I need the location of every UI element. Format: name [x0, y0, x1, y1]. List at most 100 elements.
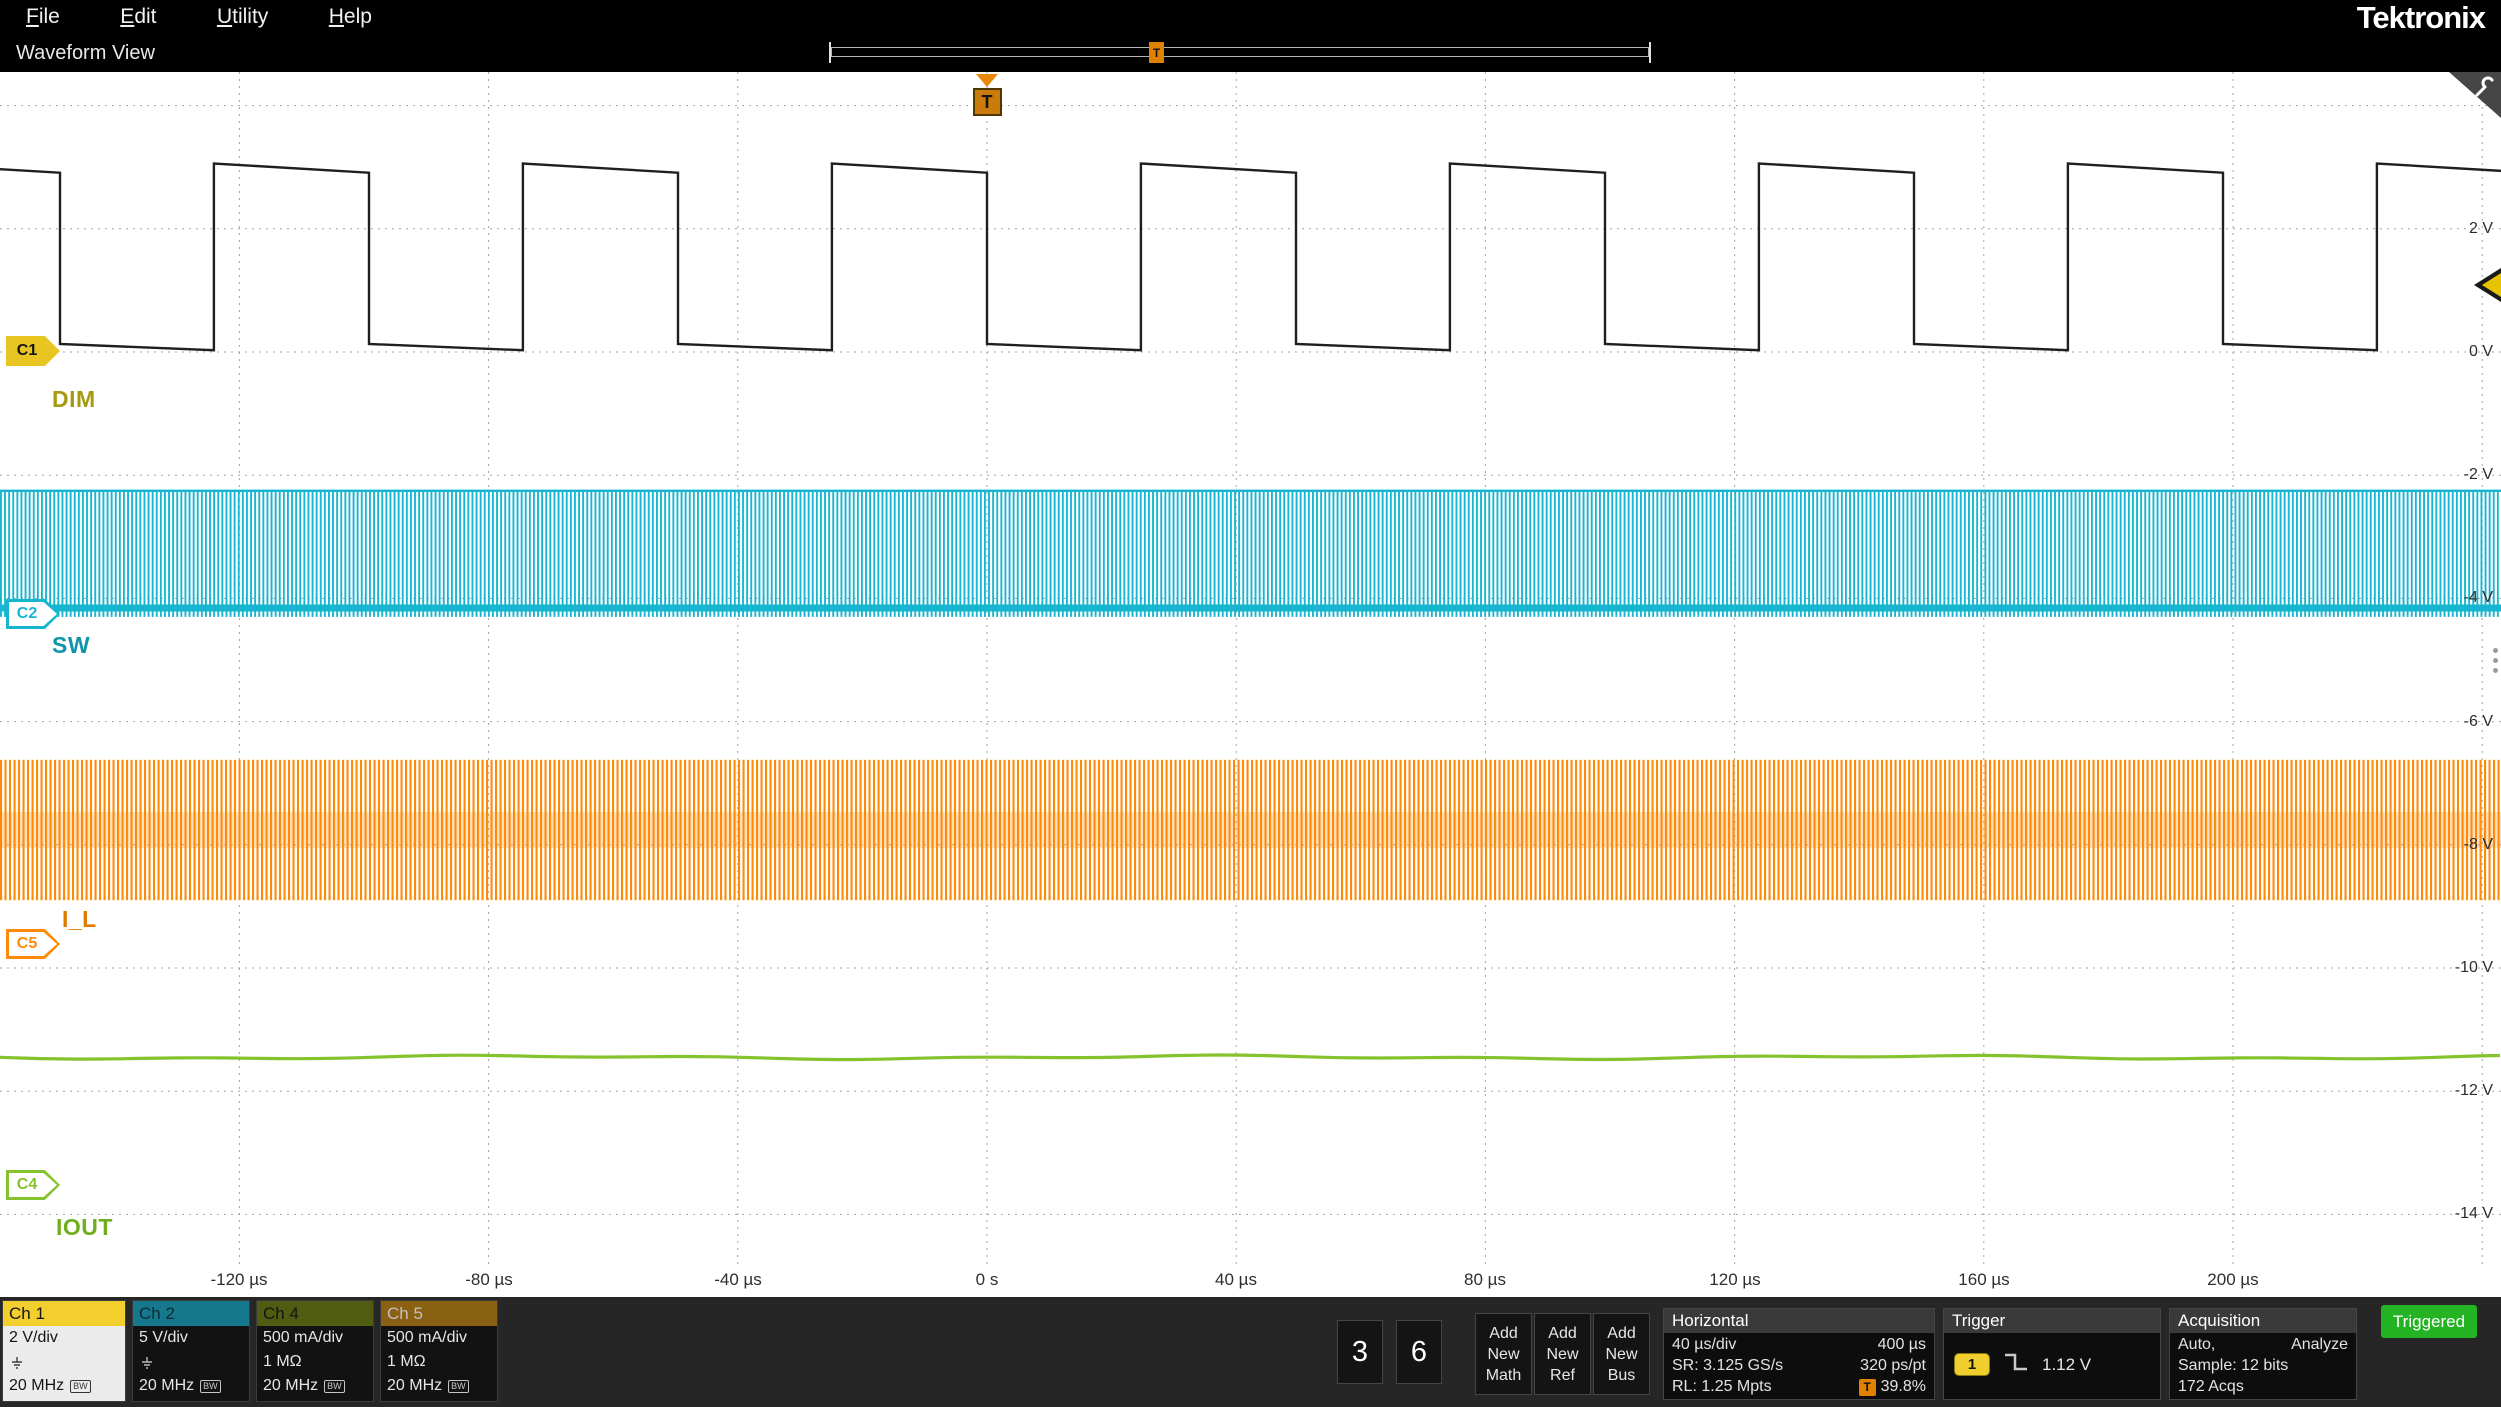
probe-ground-icon: [9, 1356, 25, 1369]
x-axis-label: -80 µs: [419, 1270, 559, 1290]
waveform-canvas: [0, 72, 2501, 1297]
trigger-panel-title: Trigger: [1944, 1309, 2160, 1333]
bandwidth-limit-icon: BW: [324, 1380, 345, 1393]
menu-edit[interactable]: Edit: [120, 5, 156, 29]
y-axis-label: -10 V: [2455, 959, 2493, 977]
channel-ch4-header: Ch 4: [257, 1301, 373, 1326]
channel-ch4-scale: 500 mA/div: [257, 1326, 373, 1350]
trigger-arrow-icon: [976, 74, 998, 87]
badge-button-3[interactable]: 3: [1337, 1320, 1383, 1384]
trigger-level-value: 1.12 V: [2042, 1355, 2091, 1375]
channel-badge-ch5[interactable]: Ch 5 500 mA/div 1 MΩ 20 MHz BW: [380, 1300, 498, 1402]
view-tab-bar: Waveform View T: [0, 34, 2501, 72]
tektronix-logo: Tektronix: [2357, 0, 2485, 36]
horizontal-panel-title: Horizontal: [1664, 1309, 1934, 1333]
bandwidth-value: 20 MHz: [9, 1377, 64, 1395]
tag-text: C5: [6, 929, 48, 959]
channel-ch1-header: Ch 1: [3, 1301, 125, 1326]
waveform-display[interactable]: 2 V 0 V -2 V -4 V -6 V -8 V -10 V -12 V …: [0, 72, 2501, 1297]
x-axis-label: 80 µs: [1415, 1270, 1555, 1290]
add-new-bus-button[interactable]: Add New Bus: [1593, 1313, 1650, 1395]
acquisition-panel-title: Acquisition: [2170, 1309, 2356, 1333]
channel-badge-ch2[interactable]: Ch 2 5 V/div 20 MHz BW: [132, 1300, 250, 1402]
wave-label-dim: DIM: [52, 386, 96, 413]
wrench-icon: [2473, 75, 2497, 99]
channel-ch4-bandwidth: 20 MHz BW: [257, 1374, 373, 1398]
channel-ch4-impedance: 1 MΩ: [257, 1350, 373, 1374]
tag-text: C2: [6, 599, 48, 629]
acquisition-analyze: Analyze: [2291, 1336, 2348, 1354]
horizontal-position-minimap[interactable]: T: [829, 42, 1651, 63]
x-axis-label: 160 µs: [1914, 1270, 2054, 1290]
bandwidth-limit-icon: BW: [448, 1380, 469, 1393]
badge-button-6[interactable]: 6: [1396, 1320, 1442, 1384]
channel-badge-ch1[interactable]: Ch 1 2 V/div 20 MHz BW: [2, 1300, 126, 1402]
falling-edge-icon: [2002, 1351, 2030, 1378]
channel-ch5-bandwidth: 20 MHz BW: [381, 1374, 497, 1398]
acquisition-panel[interactable]: Acquisition Auto, Analyze Sample: 12 bit…: [2169, 1308, 2357, 1400]
channel-ch1-bandwidth: 20 MHz BW: [3, 1374, 125, 1398]
acquisition-count: 172 Acqs: [2178, 1378, 2244, 1396]
bandwidth-limit-icon: BW: [200, 1380, 221, 1393]
channel-ch5-header: Ch 5: [381, 1301, 497, 1326]
bandwidth-limit-icon: BW: [70, 1380, 91, 1393]
add-new-ref-button[interactable]: Add New Ref: [1534, 1313, 1591, 1395]
probe-ground-icon: [139, 1356, 155, 1369]
acquisition-mode: Auto,: [2178, 1336, 2215, 1354]
wave-label-il: I_L: [62, 906, 97, 933]
y-axis-label: -8 V: [2464, 836, 2493, 854]
y-axis-label: -6 V: [2464, 713, 2493, 731]
channel-ch2-header: Ch 2: [133, 1301, 249, 1326]
channel-ch2-bandwidth: 20 MHz BW: [133, 1374, 249, 1398]
y-axis-label: 2 V: [2469, 220, 2493, 238]
menu-help[interactable]: Help: [329, 5, 372, 29]
channel-badge-ch4[interactable]: Ch 4 500 mA/div 1 MΩ 20 MHz BW: [256, 1300, 374, 1402]
tag-text: C4: [6, 1170, 48, 1200]
sample-rate: SR: 3.125 GS/s: [1672, 1357, 1783, 1375]
y-axis-label: -2 V: [2464, 466, 2493, 484]
channel-tag-c1[interactable]: C1: [6, 336, 60, 366]
channel-ch5-impedance: 1 MΩ: [381, 1350, 497, 1374]
bandwidth-value: 20 MHz: [139, 1377, 194, 1395]
channel-ch5-scale: 500 mA/div: [381, 1326, 497, 1350]
bandwidth-value: 20 MHz: [387, 1377, 442, 1395]
horizontal-panel[interactable]: Horizontal 40 µs/div 400 µs SR: 3.125 GS…: [1663, 1308, 1935, 1400]
view-title: Waveform View: [16, 42, 155, 65]
channel-ch2-coupling: [133, 1350, 249, 1374]
channel-tag-c5[interactable]: C5: [6, 929, 60, 959]
triggered-status-indicator: Triggered: [2381, 1305, 2477, 1338]
trigger-source-badge: 1: [1954, 1353, 1990, 1376]
channel-tag-c4[interactable]: C4: [6, 1170, 60, 1200]
minimap-track[interactable]: [831, 47, 1649, 57]
trigger-position-percent: 39.8%: [1881, 1378, 1926, 1396]
trigger-flag-letter: T: [973, 88, 1002, 116]
y-axis-label: -12 V: [2455, 1082, 2493, 1100]
arrow-fill: [2482, 273, 2501, 297]
trigger-panel[interactable]: Trigger 1 1.12 V: [1943, 1308, 2161, 1400]
trigger-position-icon: T: [1859, 1379, 1876, 1396]
channel-ch1-scale: 2 V/div: [3, 1326, 125, 1350]
resolution: 320 ps/pt: [1860, 1357, 1926, 1375]
tag-text: C1: [6, 336, 48, 366]
trigger-level-arrow[interactable]: [2473, 268, 2501, 302]
add-new-math-button[interactable]: Add New Math: [1475, 1313, 1532, 1395]
horizontal-scale: 40 µs/div: [1672, 1336, 1736, 1354]
x-axis-label: 0 s: [917, 1270, 1057, 1290]
channel-ch2-scale: 5 V/div: [133, 1326, 249, 1350]
y-axis-label: -14 V: [2455, 1205, 2493, 1223]
channel-ch1-coupling: [3, 1350, 125, 1374]
x-axis-label: -120 µs: [169, 1270, 309, 1290]
wave-label-iout: IOUT: [56, 1214, 113, 1241]
status-bar: Ch 1 2 V/div 20 MHz BW Ch 2 5 V/div 20 M…: [0, 1297, 2501, 1407]
channel-tag-c2[interactable]: C2: [6, 599, 60, 629]
x-axis-label: 40 µs: [1166, 1270, 1306, 1290]
menu-utility[interactable]: Utility: [217, 5, 268, 29]
right-edge-grip-handle[interactable]: [2493, 648, 2498, 673]
wave-label-sw: SW: [52, 632, 90, 659]
bandwidth-value: 20 MHz: [263, 1377, 318, 1395]
horizontal-window: 400 µs: [1878, 1336, 1926, 1354]
record-length: RL: 1.25 Mpts: [1672, 1378, 1772, 1396]
menu-file[interactable]: File: [26, 5, 60, 29]
minimap-trigger-marker[interactable]: T: [1149, 42, 1164, 63]
trigger-position-flag[interactable]: T: [969, 74, 1005, 116]
